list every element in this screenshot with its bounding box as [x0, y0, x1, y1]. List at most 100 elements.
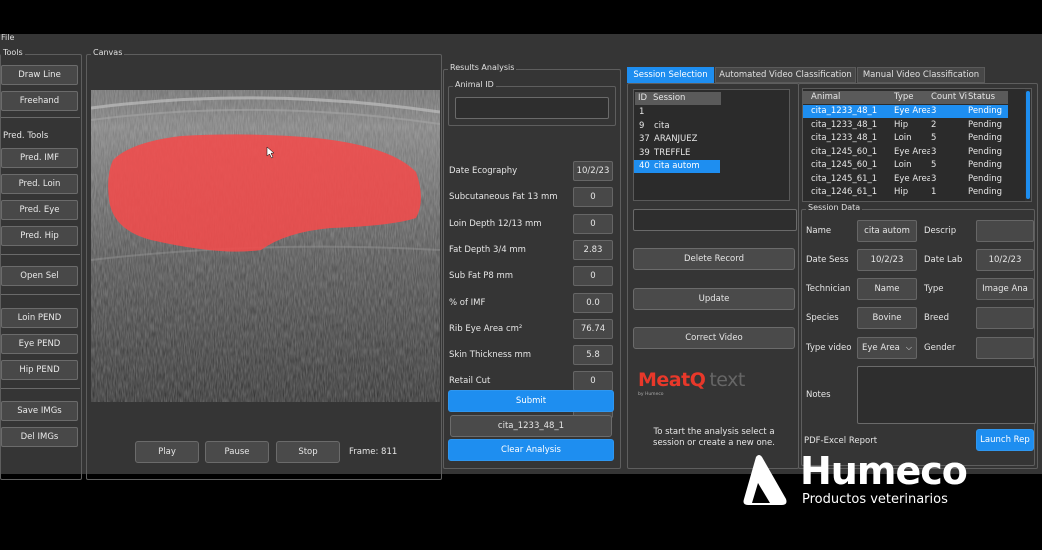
species-field[interactable]: Bovine — [857, 307, 917, 329]
freehand-button[interactable]: Freehand — [1, 91, 78, 111]
stop-button[interactable]: Stop — [276, 441, 340, 463]
records-header: Animal Type Count Vi Status — [803, 91, 1008, 104]
record-row[interactable]: cita_1233_48_1 Eye Area 3 Pending — [803, 105, 1008, 118]
notes-textarea[interactable] — [857, 366, 1036, 424]
breed-label: Breed — [924, 313, 949, 323]
result-field-value[interactable]: 0 — [573, 371, 613, 392]
record-animal: cita_1233_48_1 — [811, 119, 878, 130]
results-title: Results Analysis — [448, 63, 517, 72]
result-field-value[interactable]: 5.8 — [573, 345, 613, 366]
result-field-value[interactable]: 0 — [573, 213, 613, 234]
record-row[interactable]: cita_1233_48_1 Loin 5 Pending — [803, 132, 1008, 145]
name-field[interactable]: cita autom — [857, 220, 917, 242]
type-video-select[interactable]: Eye Area ⌵ — [857, 337, 917, 359]
separator — [1, 294, 80, 295]
session-list[interactable]: ID Session 1 9 cita 37 ARANJUEZ 39 TREFFLE 40 ci… — [633, 89, 790, 201]
result-field-value[interactable]: 0.0 — [573, 292, 613, 313]
result-field-label: Sub Fat P8 mm — [449, 271, 514, 282]
record-button[interactable]: cita_1233_48_1 — [450, 415, 612, 437]
breed-field[interactable] — [976, 307, 1034, 329]
hip-pend-button[interactable]: Hip PEND — [1, 360, 78, 380]
record-row[interactable]: cita_1245_61_1 Eye Area 3 Pending — [803, 173, 1008, 186]
result-field-label: Skin Thickness mm — [449, 350, 532, 361]
date-sess-field[interactable]: 10/2/23 — [857, 249, 917, 271]
records-table[interactable]: Animal Type Count Vi Status cita_1233_48… — [802, 88, 1032, 202]
pause-button[interactable]: Pause — [205, 441, 269, 463]
record-count: 3 — [931, 106, 937, 116]
tab-automated-video[interactable]: Automated Video Classification — [715, 67, 856, 83]
session-name-input[interactable] — [633, 209, 797, 231]
records-scrollbar[interactable] — [1025, 89, 1031, 201]
col-session: Session — [653, 93, 686, 103]
pdf-report-label: PDF-Excel Report — [804, 436, 878, 446]
session-row[interactable]: 39 TREFFLE — [634, 147, 720, 160]
record-row[interactable]: cita_1245_60_1 Loin 5 Pending — [803, 159, 1008, 172]
update-button[interactable]: Update — [633, 288, 795, 310]
play-button[interactable]: Play — [135, 441, 199, 463]
record-type: Loin — [894, 160, 912, 170]
canvas-group: Canvas Play Pause Stop Frame: 811 — [86, 48, 442, 480]
technician-field[interactable]: Name — [857, 278, 917, 300]
open-sel-button[interactable]: Open Sel — [1, 266, 78, 286]
session-id: 40 — [639, 161, 650, 171]
separator — [1, 388, 80, 389]
meatq-logo: MeatQ text — [638, 369, 745, 391]
clear-analysis-button[interactable]: Clear Analysis — [448, 439, 614, 461]
record-row[interactable]: cita_1233_48_1 Hip 2 Pending — [803, 119, 1008, 132]
correct-video-button[interactable]: Correct Video — [633, 327, 795, 349]
menu-file[interactable]: File — [0, 34, 14, 44]
animal-id-input[interactable] — [455, 97, 609, 119]
delete-record-button[interactable]: Delete Record — [633, 248, 795, 270]
date-lab-field[interactable]: 10/2/23 — [976, 249, 1034, 271]
tab-manual-video[interactable]: Manual Video Classification — [857, 67, 985, 83]
del-imgs-button[interactable]: Del IMGs — [1, 427, 78, 447]
tools-title: Tools — [1, 48, 25, 57]
pred-loin-button[interactable]: Pred. Loin — [1, 174, 78, 194]
session-panel: ID Session 1 9 cita 37 ARANJUEZ 39 TREFFLE 40 ci… — [627, 83, 799, 469]
loin-pend-button[interactable]: Loin PEND — [1, 308, 78, 328]
tab-session-selection[interactable]: Session Selection — [627, 67, 714, 83]
name-label: Name — [806, 226, 832, 236]
result-field-value[interactable]: 76.74 — [573, 318, 613, 339]
animal-id-group: Animal ID — [448, 80, 616, 126]
launch-report-button[interactable]: Launch Rep — [976, 429, 1034, 451]
draw-line-button[interactable]: Draw Line — [1, 65, 78, 85]
scrollbar-thumb[interactable] — [1026, 91, 1030, 199]
record-row[interactable]: cita_1245_60_1 Eye Area 3 Pending — [803, 146, 1008, 159]
session-row[interactable]: 40 cita autom — [634, 160, 720, 173]
ultrasound-image[interactable] — [91, 90, 440, 402]
record-status: Pending — [968, 106, 1002, 116]
record-status: Pending — [968, 146, 1002, 157]
result-field-value[interactable]: 10/2/23 — [573, 161, 613, 181]
logo-sub: by Humeco — [638, 392, 664, 397]
gender-field[interactable] — [976, 337, 1034, 359]
descrip-field[interactable] — [976, 220, 1034, 242]
record-animal: cita_1246_61_1 — [811, 187, 878, 197]
record-animal: cita_1233_48_1 — [811, 133, 878, 143]
separator — [1, 254, 80, 255]
pred-tools-label: Pred. Tools — [3, 131, 49, 141]
frame-counter: Frame: 811 — [349, 447, 398, 457]
save-imgs-button[interactable]: Save IMGs — [1, 401, 78, 421]
record-row[interactable]: cita_1246_61_1 Hip 1 Pending — [803, 186, 1008, 199]
result-field-value[interactable]: 0 — [573, 187, 613, 208]
result-field-value[interactable]: 2.83 — [573, 239, 613, 260]
type-field[interactable]: Image Ana — [976, 278, 1034, 300]
humeco-watermark: Humeco Productos veterinarios — [740, 449, 1020, 513]
session-row[interactable]: 37 ARANJUEZ — [634, 133, 720, 146]
session-row[interactable]: 1 — [634, 106, 720, 119]
type-video-label: Type video — [806, 343, 852, 353]
session-row[interactable]: 9 cita — [634, 120, 720, 133]
result-field-value[interactable]: 0 — [573, 266, 613, 287]
eye-pend-button[interactable]: Eye PEND — [1, 334, 78, 354]
result-field-label: Retail Cut — [449, 376, 491, 387]
submit-button[interactable]: Submit — [448, 390, 614, 412]
session-name: ARANJUEZ — [654, 134, 698, 144]
session-id: 1 — [639, 107, 645, 117]
pred-hip-button[interactable]: Pred. Hip — [1, 226, 78, 246]
pred-eye-button[interactable]: Pred. Eye — [1, 200, 78, 220]
col-animal: Animal — [811, 92, 841, 102]
animal-id-title: Animal ID — [453, 80, 496, 89]
pred-imf-button[interactable]: Pred. IMF — [1, 148, 78, 168]
separator — [1, 117, 80, 118]
